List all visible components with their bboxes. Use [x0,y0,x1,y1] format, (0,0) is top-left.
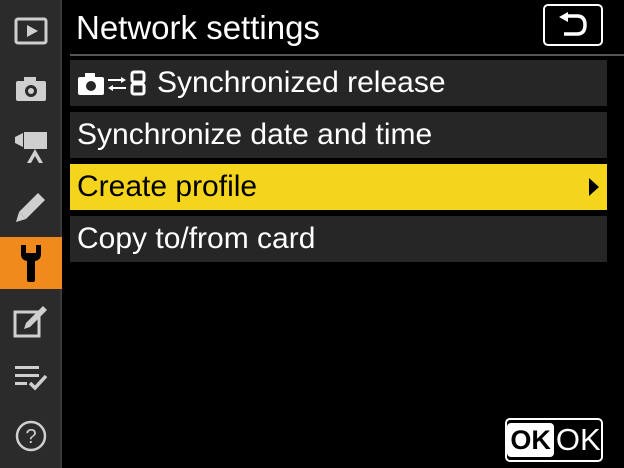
menu-item-synchronize-date-time[interactable]: Synchronize date and time [70,112,607,158]
back-button[interactable] [543,4,603,46]
menu-item-copy-to-from-card[interactable]: Copy to/from card [70,216,607,262]
menu-item-label: Create profile [77,170,258,203]
svg-text:?: ? [25,426,36,448]
menu-item-label: Synchronize date and time [77,118,433,151]
movie-camera-icon [15,132,47,163]
menu-item-label: Synchronized release [157,66,446,99]
menu-item-synchronized-release[interactable]: Synchronized release [70,60,607,106]
pencil-icon [16,193,45,222]
menu-item-label: Copy to/from card [77,222,316,255]
ok-label: OK [555,422,601,457]
camera-icon [16,77,46,101]
retouch-icon [13,306,47,338]
tab-retouch[interactable] [0,295,62,347]
ok-badge-icon: OK [507,423,554,457]
help-icon: ? [15,420,47,452]
my-menu-icon [15,366,48,391]
tab-movie-shooting[interactable] [0,121,62,173]
return-arrow-icon [559,12,587,36]
submenu-arrow-icon [589,178,599,196]
tab-playback[interactable] [0,5,62,57]
wrench-icon [21,245,41,282]
tab-custom-settings[interactable] [0,181,62,233]
tab-photo-shooting[interactable] [0,63,62,115]
sidebar: ? [0,0,62,468]
header-divider [70,54,624,56]
ok-button[interactable]: OK OK [505,418,603,462]
playback-icon [14,17,48,45]
camera-sync-icon [77,69,149,97]
page-title: Network settings [76,9,320,46]
tab-help[interactable]: ? [0,410,62,462]
menu-item-create-profile[interactable]: Create profile [70,164,607,210]
tab-my-menu[interactable] [0,352,62,404]
tab-setup[interactable] [0,237,62,289]
